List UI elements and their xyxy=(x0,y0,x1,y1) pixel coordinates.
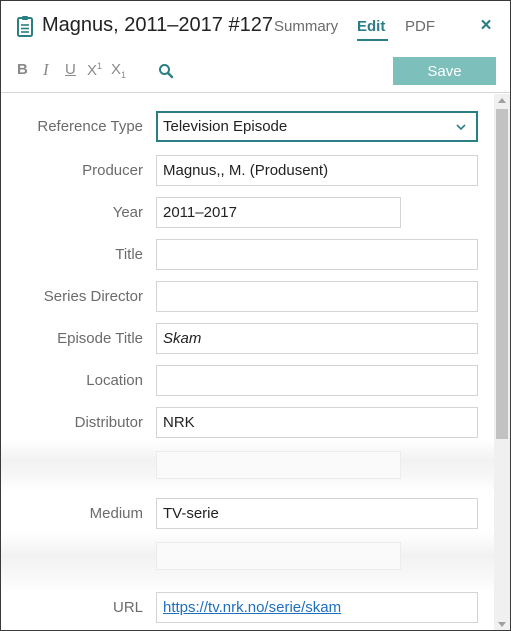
year-label: Year xyxy=(112,204,143,221)
url-field[interactable]: https://tv.nrk.no/serie/skam xyxy=(156,592,478,623)
medium-field[interactable]: TV-serie xyxy=(156,498,478,529)
url-label: URL xyxy=(112,599,143,616)
superscript-mark: 1 xyxy=(97,61,103,71)
location-label: Location xyxy=(86,372,143,389)
superscript-letter: X xyxy=(87,62,98,79)
scrollbar-thumb[interactable] xyxy=(496,109,508,439)
location-field[interactable] xyxy=(156,365,478,396)
distributor-label: Distributor xyxy=(74,414,143,431)
title-field[interactable] xyxy=(156,239,478,270)
title-label: Title xyxy=(115,246,143,263)
faded-field xyxy=(156,451,401,479)
year-field[interactable]: 2011–2017 xyxy=(156,197,401,228)
episode-title-field[interactable]: Skam xyxy=(156,323,478,354)
active-tab-indicator xyxy=(357,39,388,41)
italic-button[interactable]: I xyxy=(43,60,49,80)
scroll-up-arrow-icon[interactable] xyxy=(498,98,506,103)
tab-summary[interactable]: Summary xyxy=(274,18,338,35)
producer-field[interactable]: Magnus,, M. (Produsent) xyxy=(156,155,478,186)
url-link[interactable]: https://tv.nrk.no/serie/skam xyxy=(163,599,341,616)
subscript-mark: 1 xyxy=(121,70,127,80)
reference-title: Magnus, 2011–2017 #127 xyxy=(42,14,273,36)
chevron-down-icon xyxy=(456,124,466,131)
tab-edit[interactable]: Edit xyxy=(357,18,385,35)
bold-button[interactable]: B xyxy=(17,61,28,78)
series-director-field[interactable] xyxy=(156,281,478,312)
faded-field xyxy=(156,542,401,570)
reference-type-label: Reference Type xyxy=(37,118,143,135)
reference-editor-window: Magnus, 2011–2017 #127 Summary Edit PDF … xyxy=(0,0,511,631)
save-button[interactable]: Save xyxy=(393,57,496,85)
reference-type-select[interactable]: Television Episode xyxy=(156,111,478,142)
subscript-button[interactable]: X1 xyxy=(111,61,126,80)
underline-button[interactable]: U xyxy=(65,61,76,78)
series-director-label: Series Director xyxy=(43,288,143,305)
medium-label: Medium xyxy=(89,505,143,522)
reference-type-value: Television Episode xyxy=(163,118,288,135)
producer-label: Producer xyxy=(82,162,143,179)
reference-form: Reference Type Television Episode Produc… xyxy=(1,94,494,630)
subscript-letter: X xyxy=(111,61,122,78)
episode-title-label: Episode Title xyxy=(57,330,143,347)
tab-pdf[interactable]: PDF xyxy=(405,18,435,35)
clipboard-icon xyxy=(17,16,33,37)
scroll-down-arrow-icon[interactable] xyxy=(498,622,506,627)
close-icon[interactable]: × xyxy=(476,15,496,37)
editor-header: Magnus, 2011–2017 #127 Summary Edit PDF … xyxy=(1,1,510,93)
search-icon[interactable] xyxy=(158,63,174,79)
superscript-button[interactable]: X1 xyxy=(87,61,102,79)
distributor-field[interactable]: NRK xyxy=(156,407,478,438)
